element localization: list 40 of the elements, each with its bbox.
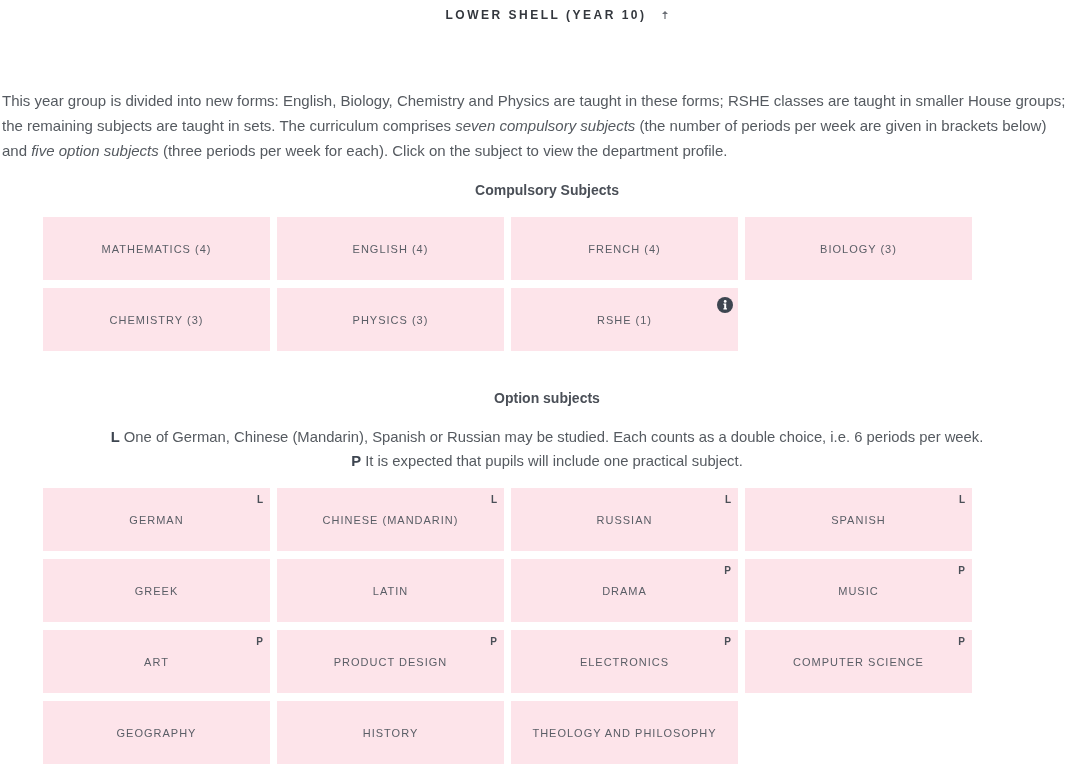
subject-card[interactable]: COMPUTER SCIENCE P — [745, 630, 972, 693]
subject-card[interactable]: PRODUCT DESIGN P — [277, 630, 504, 693]
subject-card[interactable]: RUSSIAN L — [511, 488, 738, 551]
intro-paragraph: This year group is divided into new forms: English, Biology, Chemistry and Physics are taught in these forms; RSHE classes are taught in smaller House groups; the remaining subjects are taught in sets. The curriculum comprises seven compulsory subjects (the number of periods per week are given in brackets below) and five option subjects (three periods per week for each). Click on the subject to view the department profile. — [1, 91, 1067, 161]
info-icon[interactable] — [717, 297, 733, 313]
category-letter: P — [256, 636, 263, 648]
compulsory-heading: Compulsory Subjects — [474, 181, 620, 200]
subject-card[interactable]: DRAMA P — [511, 559, 738, 622]
options-heading: Option subjects — [493, 389, 601, 408]
subject-card[interactable]: ELECTRONICS P — [511, 630, 738, 693]
subject-card[interactable]: THEOLOGY AND PHILOSOPHY — [511, 701, 738, 764]
category-letter: L — [724, 494, 731, 506]
subject-card[interactable]: RSHE (1) — [511, 288, 738, 351]
category-letter: L — [958, 494, 965, 506]
subject-card[interactable]: GEOGRAPHY — [43, 701, 270, 764]
arrow-up-icon[interactable] — [662, 11, 669, 19]
category-letter: P — [724, 565, 731, 577]
category-letter: L — [256, 494, 263, 506]
category-letter: P — [958, 636, 965, 648]
subject-card[interactable]: ART P — [43, 630, 270, 693]
category-letter: L — [490, 494, 497, 506]
category-letter: P — [958, 565, 965, 577]
subject-card[interactable]: ENGLISH (4) — [277, 217, 504, 280]
category-letter: P — [724, 636, 731, 648]
subject-card[interactable]: PHYSICS (3) — [277, 288, 504, 351]
subject-card[interactable]: FRENCH (4) — [511, 217, 738, 280]
category-letter: P — [490, 636, 497, 648]
subject-card[interactable]: CHEMISTRY (3) — [43, 288, 270, 351]
subject-card[interactable]: MUSIC P — [745, 559, 972, 622]
subject-card[interactable]: MATHEMATICS (4) — [43, 217, 270, 280]
subject-card[interactable]: GERMAN L — [43, 488, 270, 551]
section-title[interactable]: LOWER SHELL (YEAR 10) — [445, 6, 647, 24]
legend-note: L One of German, Chinese (Mandarin), Spanish or Russian may be studied. Each counts as a double choice, i.e. 6 periods per week. — [110, 428, 984, 447]
subject-card[interactable]: SPANISH L — [745, 488, 972, 551]
subject-card[interactable]: HISTORY — [277, 701, 504, 764]
subject-card[interactable]: BIOLOGY (3) — [745, 217, 972, 280]
subject-card[interactable]: CHINESE (MANDARIN) L — [277, 488, 504, 551]
subject-card[interactable]: LATIN — [277, 559, 504, 622]
legend-note: P It is expected that pupils will include one practical subject. — [351, 452, 743, 471]
subject-card[interactable]: GREEK — [43, 559, 270, 622]
